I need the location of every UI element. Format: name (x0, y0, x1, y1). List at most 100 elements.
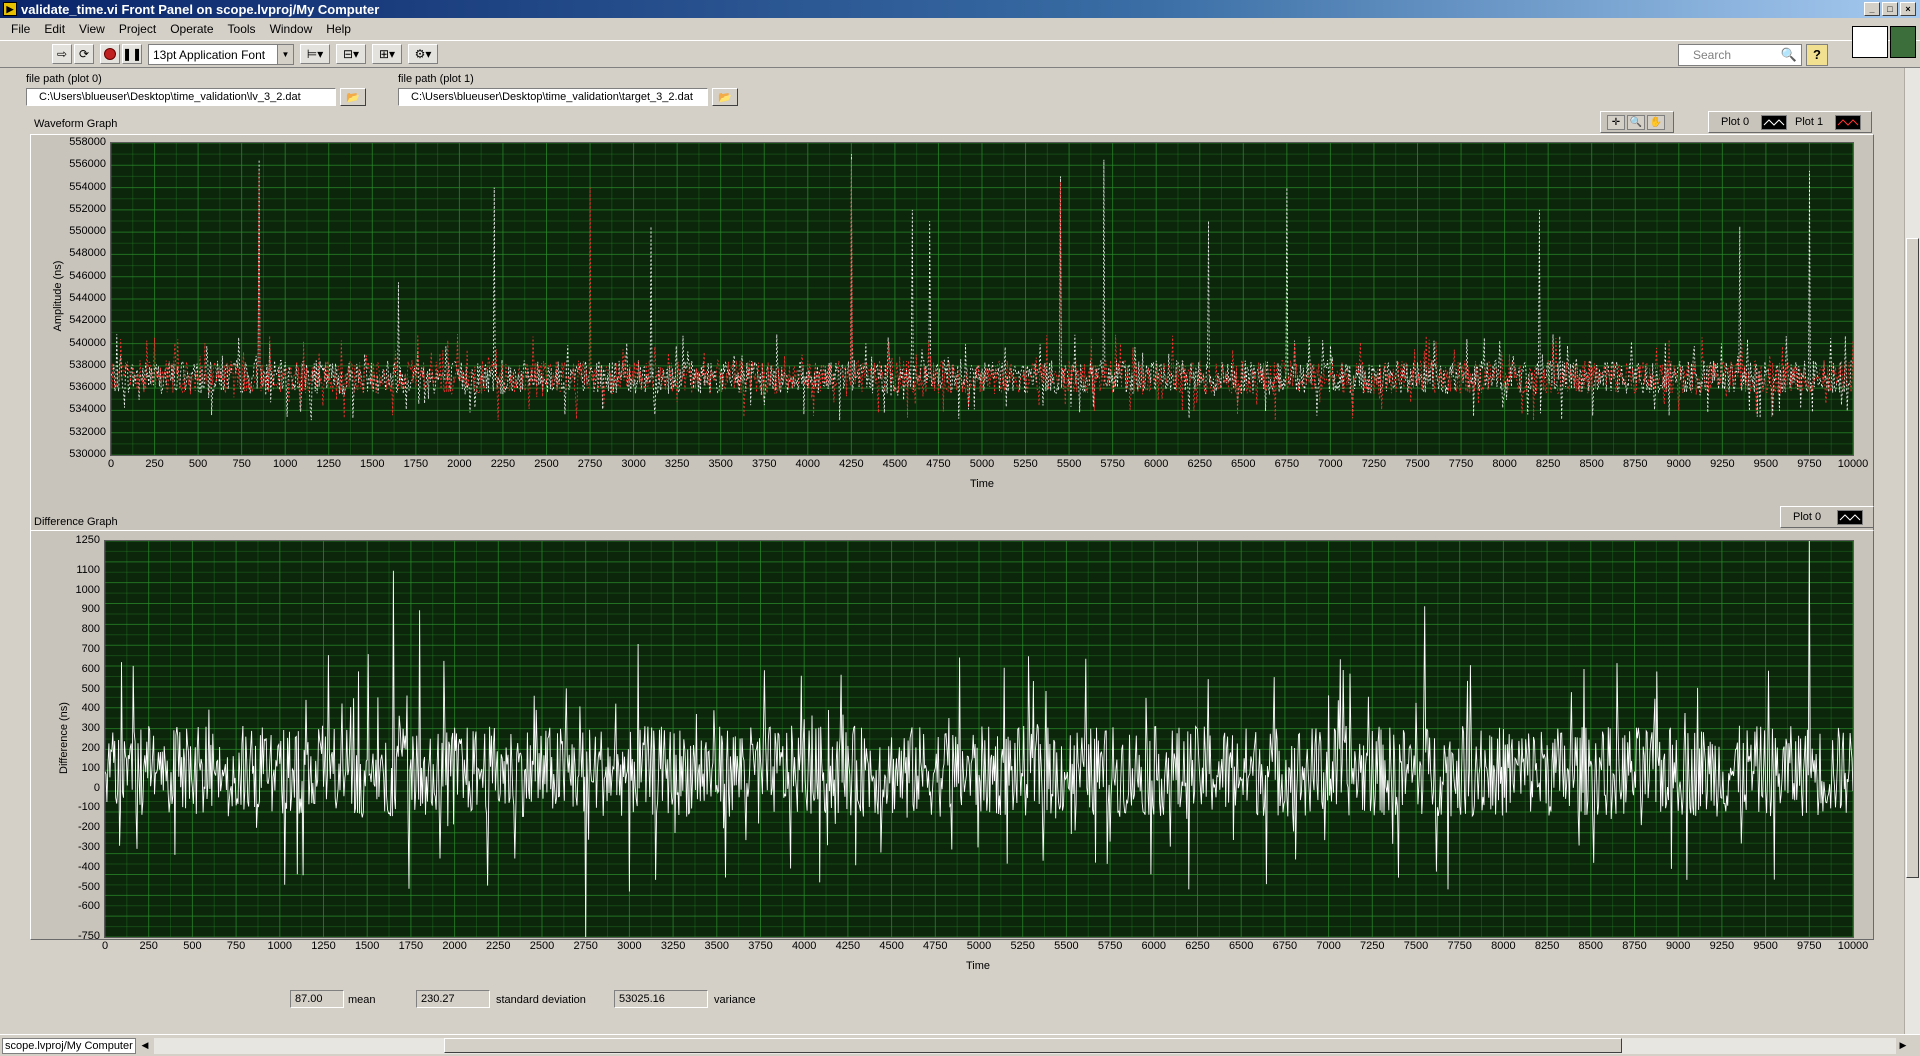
run-arrow-icon[interactable]: ⇨ (52, 44, 72, 64)
menu-operate[interactable]: Operate (163, 22, 220, 36)
scroll-left-icon[interactable]: ◀ (138, 1038, 152, 1053)
difference-x-tick-label: 6250 (1185, 940, 1210, 952)
difference-x-tick-label: 0 (101, 940, 109, 952)
waveform-x-tick-label: 7000 (1318, 458, 1343, 470)
connector-pane-icon[interactable] (1852, 26, 1888, 58)
resize-objects-icon[interactable]: ⊞▾ (372, 44, 402, 64)
waveform-x-tick-label: 500 (188, 458, 208, 470)
close-button[interactable]: × (1900, 2, 1916, 16)
pause-icon[interactable]: ❚❚ (122, 44, 142, 64)
file-path-0-label: file path (plot 0) (26, 73, 102, 85)
difference-x-tick-label: 1250 (311, 940, 336, 952)
minimize-button[interactable]: _ (1864, 2, 1880, 16)
waveform-y-tick-label: 536000 (69, 381, 106, 394)
legend-plot1-label: Plot 1 (1795, 116, 1824, 128)
difference-x-tick-label: 250 (139, 940, 158, 952)
front-panel: file path (plot 0) C:\Users\blueuser\Des… (0, 68, 1904, 1034)
menu-tools[interactable]: Tools (221, 22, 263, 36)
plot0-line-icon[interactable] (1837, 510, 1863, 525)
labview-app-icon[interactable]: ▶ (3, 2, 17, 16)
difference-x-tick-label: 5750 (1097, 940, 1123, 952)
difference-x-tick-label: 9750 (1797, 940, 1822, 952)
context-help-button[interactable]: ? (1806, 44, 1828, 66)
difference-x-tick-label: 5250 (1010, 940, 1035, 952)
cursor-move-icon[interactable]: ✛ (1607, 115, 1625, 130)
chevron-down-icon: ▼ (277, 45, 293, 64)
legend-plot0-label: Plot 0 (1793, 511, 1822, 523)
zoom-icon[interactable]: 🔍 (1627, 115, 1645, 130)
difference-x-tick-label: 2750 (573, 940, 598, 952)
waveform-x-tick-label: 1000 (272, 458, 298, 470)
waveform-plot-area[interactable] (110, 142, 1854, 456)
maximize-button[interactable]: □ (1882, 2, 1898, 16)
horizontal-scroll-thumb[interactable] (444, 1038, 1622, 1053)
waveform-x-tick-label: 4750 (926, 458, 951, 470)
menu-file[interactable]: File (4, 22, 37, 36)
waveform-y-tick-label: 558000 (69, 136, 106, 148)
waveform-x-tick-label: 2500 (534, 458, 559, 470)
menu-project[interactable]: Project (112, 22, 163, 36)
scroll-right-icon[interactable]: ▶ (1896, 1038, 1910, 1053)
waveform-x-tick-label: 5750 (1100, 458, 1125, 470)
waveform-x-tick-label: 1250 (316, 458, 341, 470)
distribute-objects-icon[interactable]: ⊟▾ (336, 44, 366, 64)
difference-plot-area[interactable] (104, 540, 1854, 938)
file-path-1-input[interactable]: C:\Users\blueuser\Desktop\time_validatio… (398, 88, 708, 106)
run-continuously-icon[interactable]: ⟳ (74, 44, 94, 64)
legend-plot0-label: Plot 0 (1721, 116, 1750, 128)
menu-help[interactable]: Help (319, 22, 358, 36)
menu-view[interactable]: View (72, 22, 112, 36)
difference-y-tick-label: -600 (77, 900, 100, 913)
waveform-x-tick-label: 0 (107, 458, 115, 470)
waveform-y-tick-label: 556000 (69, 158, 106, 171)
search-icon[interactable]: 🔍 (1781, 47, 1797, 63)
graph-palette: ✛ 🔍 ✋ (1600, 111, 1674, 133)
menu-window[interactable]: Window (263, 22, 320, 36)
waveform-x-tick-label: 9000 (1666, 458, 1692, 470)
abort-icon[interactable] (100, 44, 120, 64)
difference-y-tick-label: 900 (81, 603, 100, 616)
difference-x-tick-label: 8750 (1622, 940, 1647, 952)
waveform-x-tick-label: 7750 (1448, 458, 1474, 470)
font-select[interactable]: 13pt Application Font ▼ (148, 44, 294, 65)
vertical-scroll-thumb[interactable] (1906, 238, 1919, 878)
difference-x-tick-label: 3250 (660, 940, 686, 952)
waveform-x-tick-label: 7500 (1405, 458, 1430, 470)
difference-y-tick-label: -400 (77, 860, 100, 873)
horizontal-scrollbar[interactable] (154, 1038, 1896, 1054)
waveform-x-tick-label: 8250 (1535, 458, 1561, 470)
difference-x-tick-label: 7750 (1447, 940, 1472, 952)
plot1-line-icon[interactable] (1835, 115, 1861, 130)
difference-x-tick-label: 8000 (1491, 940, 1516, 952)
search-placeholder: Search (1693, 48, 1732, 62)
waveform-x-tick-label: 4250 (839, 458, 864, 470)
align-objects-icon[interactable]: ⊨▾ (300, 44, 330, 64)
waveform-plot-legend: Plot 0 Plot 1 (1708, 111, 1872, 133)
waveform-x-tick-label: 2250 (490, 458, 516, 470)
browse-folder-icon[interactable]: 📂 (340, 88, 366, 106)
difference-y-tick-label: 1250 (75, 534, 100, 546)
difference-x-tick-label: 4750 (923, 940, 948, 952)
waveform-x-tick-label: 3500 (708, 458, 733, 470)
difference-x-tick-label: 6500 (1228, 940, 1254, 952)
menu-edit[interactable]: Edit (37, 22, 72, 36)
difference-x-tick-label: 1000 (267, 940, 293, 952)
context-label[interactable]: scope.lvproj/My Computer (2, 1038, 136, 1054)
difference-y-tick-label: 200 (81, 741, 100, 754)
difference-x-tick-label: 4000 (791, 940, 817, 952)
vi-icon[interactable] (1890, 26, 1916, 58)
difference-x-tick-label: 3750 (748, 940, 773, 952)
browse-folder-icon[interactable]: 📂 (712, 88, 738, 106)
vertical-scrollbar[interactable] (1904, 68, 1920, 1034)
search-input[interactable]: Search 🔍 (1678, 44, 1802, 66)
waveform-graph-label: Waveform Graph (34, 118, 118, 130)
plot0-line-icon[interactable] (1761, 115, 1787, 130)
pan-hand-icon[interactable]: ✋ (1647, 115, 1665, 130)
window-title: validate_time.vi Front Panel on scope.lv… (21, 1, 380, 17)
difference-x-tick-label: 3500 (704, 940, 730, 952)
file-path-0-input[interactable]: C:\Users\blueuser\Desktop\time_validatio… (26, 88, 336, 106)
waveform-y-tick-label: 532000 (69, 425, 106, 438)
reorder-icon[interactable]: ⚙▾ (408, 44, 438, 64)
difference-y-tick-label: 700 (81, 642, 100, 655)
waveform-x-tick-label: 1500 (360, 458, 385, 470)
